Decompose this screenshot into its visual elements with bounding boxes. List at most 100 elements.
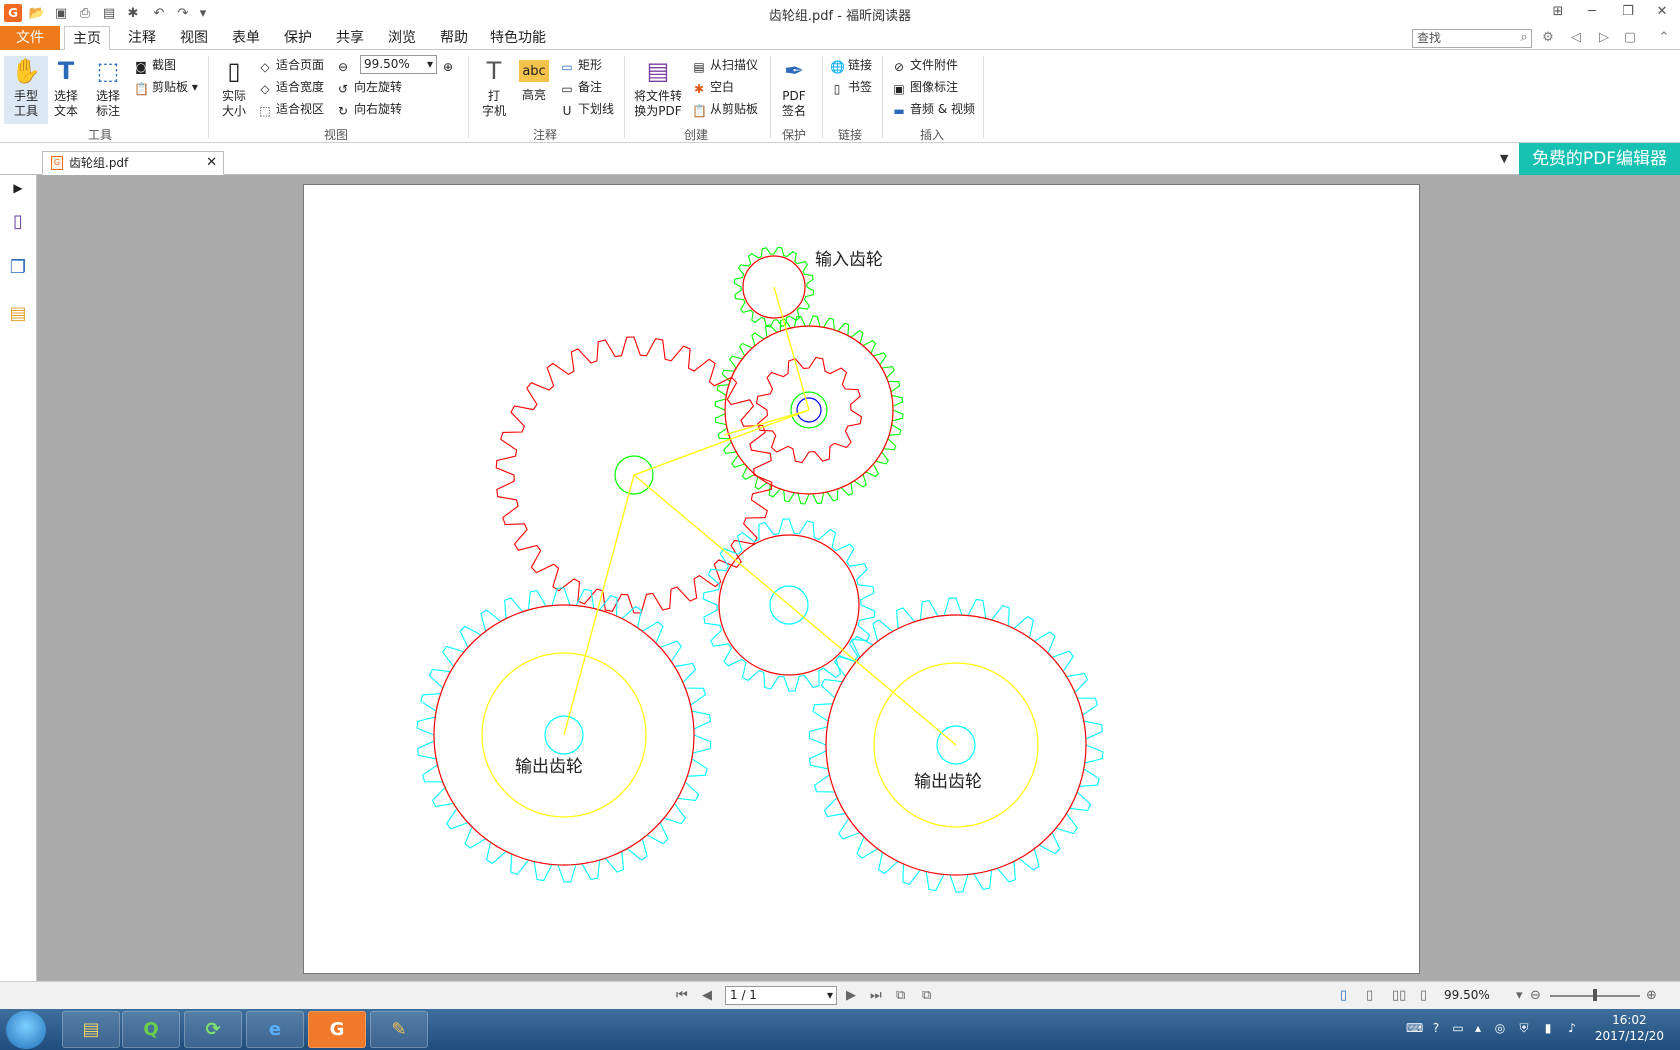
settings-gear-icon[interactable]: ⚙	[1538, 28, 1558, 48]
select-text-label: 选择 文本	[53, 89, 78, 118]
show-hidden-icons[interactable]: ▴	[1470, 1021, 1486, 1037]
minimize-button[interactable]: ─	[1578, 2, 1606, 22]
tab-comment[interactable]: 注释	[120, 26, 164, 50]
foxit-taskbar-icon[interactable]: G	[308, 1011, 366, 1048]
next-view-icon[interactable]: ⧉	[922, 988, 931, 1003]
clock[interactable]: 16:02 2017/12/20	[1595, 1012, 1664, 1044]
zoom-in-icon[interactable]: ⊕	[1646, 988, 1657, 1003]
fit-page-button[interactable]: ◇ 适合页面	[258, 55, 324, 75]
page-number-value: 1 / 1	[730, 988, 757, 1002]
prev-view-icon[interactable]: ◁	[1566, 28, 1586, 48]
from-clipboard-button[interactable]: 📋 从剪贴板	[692, 99, 758, 119]
from-scanner-button[interactable]: ▤ 从扫描仪	[692, 55, 758, 75]
ie-taskbar-icon[interactable]: e	[246, 1011, 304, 1048]
layers-icon[interactable]: ❐	[8, 257, 28, 279]
previous-view-icon[interactable]: ⧉	[896, 988, 905, 1003]
link-button[interactable]: 🌐 链接	[830, 55, 872, 75]
zoom-select[interactable]: 99.50% ▾	[360, 55, 437, 74]
page-thumbnails-icon[interactable]: ▯	[8, 211, 28, 233]
close-button[interactable]: ✕	[1648, 2, 1676, 22]
audio-video-button[interactable]: ▬ 音频 & 视频	[892, 99, 975, 119]
network-tray-icon[interactable]: ▮	[1540, 1021, 1556, 1037]
underline-button[interactable]: U 下划线	[560, 99, 614, 119]
collapse-ribbon-icon[interactable]: ⌃	[1654, 28, 1674, 48]
clipboard-button[interactable]: 📋 剪贴板 ▾	[134, 77, 198, 97]
hand-tool-button[interactable]: ✋ 手型 工具	[4, 56, 48, 124]
single-page-icon[interactable]: ▯	[1340, 988, 1347, 1003]
input-gear-label: 输入齿轮	[815, 250, 883, 270]
page-number-input[interactable]: 1 / 1 ▾	[725, 986, 837, 1005]
zoom-in-button[interactable]: ⊕	[441, 55, 459, 75]
ribbon-toggle-icon[interactable]: ⊞	[1544, 2, 1572, 22]
first-page-icon[interactable]: ⏮	[676, 988, 688, 1003]
keyboard-tray-icon[interactable]: ⌨	[1406, 1021, 1423, 1037]
document-tab[interactable]: G 齿轮组.pdf ✕	[42, 151, 224, 175]
zoom-dropdown-icon[interactable]: ▾	[1516, 988, 1523, 1003]
select-annotation-button[interactable]: ⬚ 选择 标注	[86, 56, 130, 119]
close-tab-icon[interactable]: ✕	[206, 152, 217, 174]
chevron-down-icon: ▾	[426, 57, 433, 71]
zoom-out-button[interactable]: ⊖	[336, 55, 354, 75]
volume-tray-icon[interactable]: ♪	[1564, 1021, 1580, 1037]
next-view-icon[interactable]: ▷	[1594, 28, 1614, 48]
tab-protect[interactable]: 保护	[276, 26, 320, 50]
tab-help[interactable]: 帮助	[432, 26, 476, 50]
bookmark-button[interactable]: ▯ 书签	[830, 77, 872, 97]
display-tray-icon[interactable]: ▭	[1450, 1021, 1466, 1037]
facing-page-icon[interactable]: ▯▯	[1392, 988, 1406, 1003]
highlight-label: 高亮	[521, 88, 546, 102]
note-button[interactable]: ▭ 备注	[560, 77, 602, 97]
rotate-left-button[interactable]: ↺ 向左旋转	[336, 77, 402, 97]
search-icon[interactable]: ⌕	[1514, 28, 1534, 48]
explorer-taskbar-icon[interactable]: ▤	[62, 1011, 120, 1048]
start-button[interactable]	[6, 1011, 46, 1049]
clipboard-label: 剪贴板	[152, 80, 189, 94]
select-text-button[interactable]: T 选择 文本	[44, 56, 88, 119]
shield-tray-icon[interactable]: ⛨	[1516, 1021, 1532, 1037]
file-attachment-button[interactable]: ⊘ 文件附件	[892, 55, 958, 75]
user-avatar-icon[interactable]: ▢	[1620, 28, 1640, 48]
link-globe-icon: 🌐	[830, 60, 845, 74]
tab-list-dropdown-icon[interactable]: ▼	[1500, 152, 1508, 165]
rotate-right-button[interactable]: ↻ 向右旋转	[336, 99, 402, 119]
browser-green-taskbar-icon[interactable]: ⟳	[184, 1011, 242, 1048]
continuous-facing-icon[interactable]: ▯	[1420, 988, 1427, 1003]
promo-banner[interactable]: 免费的PDF编辑器	[1519, 143, 1680, 175]
tab-form[interactable]: 表单	[224, 26, 268, 50]
continuous-page-icon[interactable]: ▯	[1366, 988, 1373, 1003]
zoom-out-icon[interactable]: ⊖	[1530, 988, 1541, 1003]
tab-view[interactable]: 视图	[172, 26, 216, 50]
security-tray-icon[interactable]: ◎	[1492, 1021, 1508, 1037]
note-label: 备注	[578, 80, 603, 94]
tab-features[interactable]: 特色功能	[482, 26, 554, 50]
rectangle-button[interactable]: ▭ 矩形	[560, 55, 602, 75]
pdf-page[interactable]: 输入齿轮 输出齿轮 输出齿轮	[303, 184, 1420, 974]
comments-icon[interactable]: ▤	[8, 303, 28, 325]
group-label-tools: 工具	[87, 128, 112, 142]
zoom-slider-thumb[interactable]	[1593, 989, 1597, 1001]
tab-browse[interactable]: 浏览	[380, 26, 424, 50]
ribbon-separator	[468, 56, 469, 138]
last-page-icon[interactable]: ⏭	[870, 988, 882, 1003]
convert-to-pdf-button[interactable]: ▤ 将文件转 换为PDF	[630, 56, 686, 119]
screenshot-button[interactable]: ◙ 截图	[134, 55, 176, 75]
tab-home[interactable]: 主页	[64, 26, 110, 51]
fit-view-button[interactable]: ⬚ 适合视区	[258, 99, 324, 119]
tab-share[interactable]: 共享	[328, 26, 372, 50]
actual-size-button[interactable]: ▯ 实际 大小	[212, 56, 256, 119]
tab-file[interactable]: 文件	[0, 26, 60, 50]
next-page-icon[interactable]: ▶	[846, 988, 856, 1003]
blank-button[interactable]: ✱ 空白	[692, 77, 734, 97]
iqiyi-taskbar-icon[interactable]: Q	[122, 1011, 180, 1048]
hand-tool-label: 手型 工具	[13, 89, 38, 118]
restore-button[interactable]: ❐	[1614, 2, 1642, 22]
fit-width-button[interactable]: ◇ 适合宽度	[258, 77, 324, 97]
help-tray-icon[interactable]: ?	[1428, 1021, 1444, 1037]
prev-page-icon[interactable]: ◀	[702, 988, 712, 1003]
typewriter-button[interactable]: T 打 字机	[472, 56, 516, 119]
pdf-sign-button[interactable]: ✒ PDF 签名	[772, 56, 816, 119]
highlight-button[interactable]: abc 高亮	[512, 56, 556, 103]
paint-taskbar-icon[interactable]: ✎	[370, 1011, 428, 1048]
image-annotation-button[interactable]: ▣ 图像标注	[892, 77, 958, 97]
expand-panel-icon[interactable]: ▶	[8, 181, 28, 203]
